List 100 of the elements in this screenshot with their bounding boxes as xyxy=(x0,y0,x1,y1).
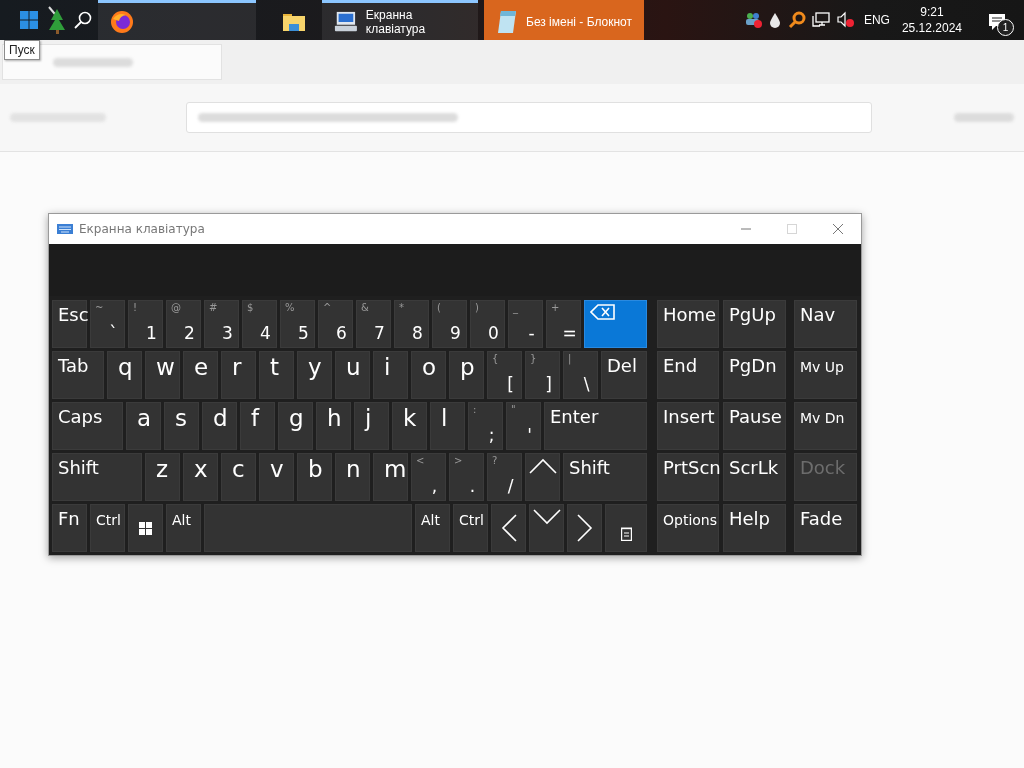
taskbar-button[interactable]: Без імені - Блокнот xyxy=(484,0,644,40)
keyboard-key[interactable]: Ctrl xyxy=(453,504,488,552)
keyboard-key[interactable]: # 3 xyxy=(204,300,239,348)
up-chevron-icon xyxy=(528,458,557,474)
keyboard-key[interactable]: PrtScn xyxy=(657,453,719,501)
keyboard-key[interactable]: Fn xyxy=(52,504,87,552)
keyboard-key[interactable]: Pause xyxy=(723,402,786,450)
keyboard-key[interactable]: x xyxy=(183,453,218,501)
keyboard-key[interactable]: % 5 xyxy=(280,300,315,348)
keyboard-key[interactable] xyxy=(491,504,526,552)
keyboard-key[interactable]: Del xyxy=(601,351,647,399)
keyboard-key[interactable]: @ 2 xyxy=(166,300,201,348)
keyboard-key[interactable] xyxy=(605,504,647,552)
keyboard-key[interactable]: d xyxy=(202,402,237,450)
keyboard-key[interactable]: j xyxy=(354,402,389,450)
keyboard-key[interactable]: b xyxy=(297,453,332,501)
keyboard-key[interactable]: ! 1 xyxy=(128,300,163,348)
keyboard-key[interactable]: + = xyxy=(546,300,581,348)
keyboard-key[interactable]: & 7 xyxy=(356,300,391,348)
keyboard-key[interactable]: PgDn xyxy=(723,351,786,399)
search-icon[interactable] xyxy=(74,11,92,29)
keyboard-key[interactable]: ~ ` xyxy=(90,300,125,348)
windows-start-icon[interactable] xyxy=(20,11,38,29)
people-icon[interactable] xyxy=(743,11,762,29)
keyboard-key[interactable]: a xyxy=(126,402,161,450)
keyboard-key[interactable]: : ; xyxy=(468,402,503,450)
keyboard-key[interactable]: Enter xyxy=(544,402,647,450)
magnifier-icon[interactable] xyxy=(787,11,806,29)
keyboard-key[interactable]: n xyxy=(335,453,370,501)
keyboard-key[interactable]: h xyxy=(316,402,351,450)
keyboard-key[interactable]: z xyxy=(145,453,180,501)
keyboard-key[interactable]: Mv Dn xyxy=(794,402,857,450)
notepad-icon xyxy=(496,9,518,34)
keyboard-key[interactable]: * 8 xyxy=(394,300,429,348)
keyboard-key[interactable]: > . xyxy=(449,453,484,501)
tree-icon[interactable] xyxy=(47,5,67,35)
droplet-icon[interactable] xyxy=(767,11,782,29)
taskbar-button[interactable] xyxy=(98,0,256,40)
keyboard-key[interactable]: End xyxy=(657,351,719,399)
keyboard-key[interactable]: Alt xyxy=(415,504,450,552)
keyboard-key[interactable]: { [ xyxy=(487,351,522,399)
keyboard-key[interactable]: ? / xyxy=(487,453,522,501)
keyboard-key[interactable]: k xyxy=(392,402,427,450)
language-indicator[interactable]: ENG xyxy=(863,13,890,27)
keyboard-key[interactable]: r xyxy=(221,351,256,399)
keyboard-key[interactable]: Shift xyxy=(563,453,647,501)
taskbar-button[interactable]: Екранна клавіатура xyxy=(322,0,478,40)
keyboard-key[interactable]: Caps xyxy=(52,402,123,450)
keyboard-key[interactable]: o xyxy=(411,351,446,399)
keyboard-icon xyxy=(57,224,73,234)
keyboard-key[interactable]: Nav xyxy=(794,300,857,348)
keyboard-key[interactable]: Ctrl xyxy=(90,504,125,552)
skeleton-bar xyxy=(954,113,1014,122)
keyboard-key[interactable]: Fade xyxy=(794,504,857,552)
speaker-muted-icon[interactable] xyxy=(835,11,854,29)
keyboard-key[interactable]: s xyxy=(164,402,199,450)
keyboard-key[interactable] xyxy=(567,504,602,552)
keyboard-key[interactable]: i xyxy=(373,351,408,399)
keyboard-key[interactable] xyxy=(529,504,564,552)
keyboard-key[interactable]: Shift xyxy=(52,453,142,501)
keyboard-key[interactable]: Alt xyxy=(166,504,201,552)
keyboard-key[interactable]: $ 4 xyxy=(242,300,277,348)
keyboard-key[interactable]: ( 9 xyxy=(432,300,467,348)
keyboard-key[interactable]: " ' xyxy=(506,402,541,450)
keyboard-key[interactable]: e xyxy=(183,351,218,399)
keyboard-key[interactable]: Options xyxy=(657,504,719,552)
keyboard-key[interactable]: PgUp xyxy=(723,300,786,348)
keyboard-key[interactable]: < , xyxy=(411,453,446,501)
keyboard-key[interactable]: g xyxy=(278,402,313,450)
notification-count: 1 xyxy=(997,19,1014,36)
keyboard-key[interactable]: u xyxy=(335,351,370,399)
keyboard-key[interactable]: w xyxy=(145,351,180,399)
keyboard-key[interactable]: ) 0 xyxy=(470,300,505,348)
keyboard-key[interactable]: f xyxy=(240,402,275,450)
clock[interactable]: 9:21 25.12.2024 xyxy=(901,4,962,36)
keyboard-key[interactable]: _ - xyxy=(508,300,543,348)
keyboard-key[interactable]: Mv Up xyxy=(794,351,857,399)
keyboard-key[interactable]: c xyxy=(221,453,256,501)
keyboard-key[interactable]: v xyxy=(259,453,294,501)
windows-icon xyxy=(139,522,152,535)
backspace-key[interactable] xyxy=(584,300,647,348)
keyboard-key[interactable]: ScrLk xyxy=(723,453,786,501)
keyboard-key[interactable]: y xyxy=(297,351,332,399)
network-icon[interactable] xyxy=(811,11,830,29)
keyboard-key[interactable]: l xyxy=(430,402,465,450)
keyboard-key[interactable]: t xyxy=(259,351,294,399)
keyboard-key[interactable]: p xyxy=(449,351,484,399)
keyboard-key[interactable]: Home xyxy=(657,300,719,348)
keyboard-key[interactable]: Tab xyxy=(52,351,104,399)
keyboard-key[interactable] xyxy=(525,453,560,501)
keyboard-key[interactable]: Esc xyxy=(52,300,87,348)
keyboard-key[interactable] xyxy=(128,504,163,552)
keyboard-key[interactable]: } ] xyxy=(525,351,560,399)
right-chevron-icon xyxy=(576,514,593,542)
keyboard-key[interactable]: Help xyxy=(723,504,786,552)
keyboard-key[interactable]: m xyxy=(373,453,408,501)
keyboard-key[interactable]: q xyxy=(107,351,142,399)
keyboard-key[interactable]: | \ xyxy=(563,351,598,399)
keyboard-key[interactable]: ^ 6 xyxy=(318,300,353,348)
keyboard-key[interactable]: Insert xyxy=(657,402,719,450)
